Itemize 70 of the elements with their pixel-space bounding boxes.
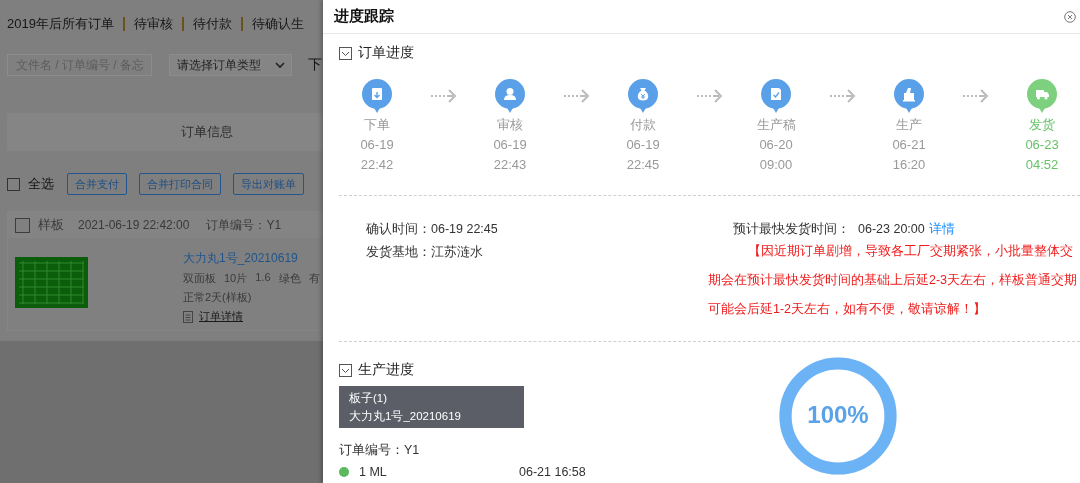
dotted-arrow-icon <box>563 89 590 103</box>
dotted-arrow-icon <box>962 89 989 103</box>
estimate-label: 预计最快发货时间： <box>733 221 850 238</box>
step-date: 06-19 <box>360 136 394 154</box>
section-title: 订单进度 <box>358 44 414 62</box>
person-icon <box>495 79 525 115</box>
machine-icon <box>894 79 924 115</box>
dialog-title: 进度跟踪 <box>334 7 394 26</box>
order-number: 订单编号：Y1 <box>206 216 282 234</box>
dotted-arrow-icon <box>430 89 457 103</box>
truck-icon <box>1027 79 1057 115</box>
check-document-icon <box>761 79 791 115</box>
step-label: 发货 <box>1029 116 1055 134</box>
filter-tab[interactable]: 待审核 <box>133 15 173 33</box>
board-tab[interactable]: 板子(1) 大力丸1号_20210619 <box>339 386 524 428</box>
status-dot <box>339 467 349 477</box>
order-checkbox[interactable] <box>15 217 30 233</box>
order-number: 订单编号：Y1 <box>339 442 421 459</box>
checkbox-label: 全选 <box>28 175 54 193</box>
collapse-toggle[interactable] <box>339 363 352 377</box>
board-name: 大力丸1号_20210619 <box>349 409 462 424</box>
spec-text: 有 <box>308 271 320 286</box>
step-time: 22:43 <box>493 156 527 174</box>
document-icon <box>183 310 193 323</box>
caret-icon <box>275 61 285 69</box>
order-type-dropdown[interactable]: 请选择订单类型 <box>169 54 292 76</box>
step-label: 生产稿 <box>756 116 796 134</box>
filter-label: 下 <box>308 56 322 74</box>
step-time: 16:20 <box>892 156 926 174</box>
step-date: 06-23 <box>1025 136 1059 154</box>
board-title: 板子(1) <box>349 391 389 406</box>
step-label: 生产 <box>896 116 922 134</box>
order-type: 样板 <box>38 216 64 234</box>
document-icon <box>362 79 392 115</box>
process-name: 1 ML <box>359 465 388 479</box>
process-time: 06-21 16:58 <box>519 465 586 479</box>
order-time: 2021-06-19 22:42:00 <box>78 218 190 232</box>
step-date: 06-19 <box>493 136 527 154</box>
filter-tab[interactable]: 待确认生 <box>251 15 304 33</box>
step-time: 22:42 <box>360 156 394 174</box>
delay-notice: 【因近期订单剧增，导致各工厂交期紧张，小批量整体交期会在预计最快发货时间的基础上后延2-3天左右，样板普通交期可能会后延1-2天左右，如有不便，敬请谅解！】 <box>708 243 1079 318</box>
spec-text: 绿色 <box>278 271 301 286</box>
confirm-time: 确认时间：06-19 22:45 <box>366 221 498 238</box>
close-icon[interactable] <box>1064 10 1076 23</box>
dotted-arrow-icon <box>829 89 856 103</box>
order-detail-link[interactable]: 订单详情 <box>199 309 243 324</box>
collapse-toggle[interactable] <box>339 46 352 60</box>
spec-text: 10片 <box>224 271 248 286</box>
progress-percent: 100% <box>806 401 870 429</box>
select-all-checkbox[interactable] <box>7 177 20 191</box>
detail-link[interactable]: 详情 <box>928 218 955 241</box>
estimate-time: 06-23 20:00 <box>858 221 925 238</box>
step-label: 审核 <box>497 116 523 134</box>
step-time: 04:52 <box>1025 156 1059 174</box>
money-bag-icon <box>628 79 658 115</box>
step-date: 06-21 <box>892 136 926 154</box>
step-time: 22:45 <box>626 156 660 174</box>
step-time: 09:00 <box>759 156 793 174</box>
section-title: 生产进度 <box>358 361 414 379</box>
column-header: 订单信息 <box>181 123 233 141</box>
step-date: 06-19 <box>626 136 660 154</box>
filter-tab[interactable]: 待付款 <box>192 15 232 33</box>
dotted-arrow-icon <box>696 89 723 103</box>
step-label: 付款 <box>630 116 656 134</box>
filter-tab[interactable]: 2019年后所有订单 <box>7 15 114 33</box>
shipping-base: 发货基地：江苏涟水 <box>366 244 483 261</box>
step-date: 06-20 <box>759 136 793 154</box>
spec-text: 1.6 <box>255 271 271 285</box>
step-label: 下单 <box>364 116 390 134</box>
spec-text: 双面板 <box>183 271 216 286</box>
